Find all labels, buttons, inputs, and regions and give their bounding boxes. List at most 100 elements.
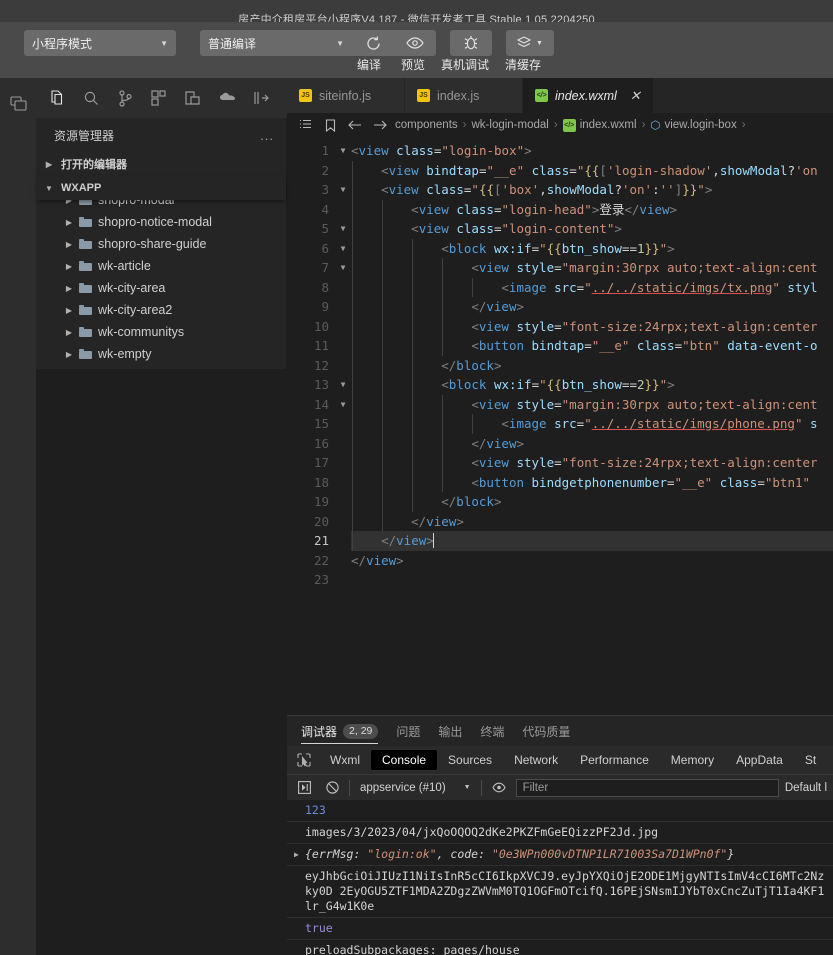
panel-tab[interactable]: 终端	[480, 716, 504, 746]
code-line[interactable]: <block wx:if="{{btn_show==1}}">	[351, 238, 833, 258]
fold-chevron-icon[interactable]: ▼	[335, 375, 351, 395]
panel-tab[interactable]: 问题	[396, 716, 420, 746]
compile-select[interactable]: 普通编译 ▼	[200, 30, 352, 56]
code-line[interactable]: </block>	[351, 492, 833, 512]
source-control-icon[interactable]	[108, 81, 142, 115]
code-line[interactable]: <view style="margin:30rpx auto;text-alig…	[351, 394, 833, 414]
code-line[interactable]: <button bindtap="__e" class="btn" data-e…	[351, 336, 833, 356]
fold-gutter[interactable]: ▼ ▼ ▼ ▼ ▼ ▼ ▼	[335, 137, 351, 703]
realdevice-debug-button[interactable]	[450, 30, 492, 56]
tree-folder-row[interactable]: ▶ wk-communitys	[36, 321, 286, 343]
clear-cache-button[interactable]: ▼	[506, 30, 554, 56]
tree-folder-row[interactable]: ▶ shopro-share-guide	[36, 233, 286, 255]
back-arrow-icon[interactable]	[345, 119, 365, 131]
code-editor[interactable]: 1 2 3 4 5 6 7 8 9 10 11 12 13 14 15 16 17 18 19 20 21 22 23 ▼ ▼…	[287, 137, 833, 703]
editor-tab[interactable]: </> index.wxml ✕	[523, 78, 654, 113]
cloud-icon[interactable]	[210, 81, 244, 115]
devtools-tabbar[interactable]: Wxml Console Sources Network Performance Memo…	[287, 746, 833, 774]
breadcrumb-item[interactable]: ⬡ view.login-box	[650, 118, 736, 132]
devtools-tab[interactable]: St	[794, 750, 827, 770]
devtools-tab[interactable]: Wxml	[319, 750, 371, 770]
code-line[interactable]: <image src="../../static/imgs/phone.png"…	[351, 414, 833, 434]
code-line[interactable]: <image src="../../static/imgs/tx.png" st…	[351, 277, 833, 297]
tree-folder-row[interactable]: ▶ wk-article	[36, 255, 286, 277]
section-open-editors[interactable]: ▶ 打开的编辑器	[36, 152, 286, 176]
console-row[interactable]: ▶ {errMsg: "login:ok", code: "0e3WPn000vD…	[287, 844, 833, 866]
clear-console-icon[interactable]	[321, 778, 343, 798]
breadcrumb[interactable]: components › wk-login-modal › </> index.wxml ›…	[287, 113, 833, 137]
console-row[interactable]: images/3/2023/04/jxQoOQOQ2dKe2PKZFmGeEQi…	[287, 822, 833, 844]
extensions-icon[interactable]	[142, 81, 176, 115]
editor-tab[interactable]: JS siteinfo.js	[287, 78, 405, 113]
console-levels-select[interactable]: Default l	[785, 782, 827, 794]
devtools-tab-list[interactable]: Wxml Console Sources Network Performance Memo…	[319, 750, 827, 770]
mode-select[interactable]: 小程序模式 ▼	[24, 30, 176, 56]
code-line[interactable]: <view style="font-size:24rpx;text-align:…	[351, 453, 833, 473]
inspect-element-icon[interactable]	[289, 753, 319, 767]
code-line[interactable]: </view>	[351, 531, 833, 551]
explorer-more-icon[interactable]: ...	[260, 128, 274, 143]
tree-folder-row[interactable]: ▶ wk-city-area	[36, 277, 286, 299]
tree-folder-row[interactable]: ▶wk-houses	[36, 365, 286, 369]
forward-arrow-icon[interactable]	[370, 119, 390, 131]
preview-button[interactable]	[394, 30, 436, 56]
console-row[interactable]: true	[287, 918, 833, 940]
section-wxapp[interactable]: ▼ WXAPP	[36, 176, 286, 200]
console-filter-input[interactable]: Filter	[515, 778, 779, 797]
code-line[interactable]: <view style="font-size:24rpx;text-align:…	[351, 316, 833, 336]
tree-folder-row[interactable]: ▶ shopro-modal	[36, 200, 286, 211]
devtools-tab[interactable]: Memory	[660, 750, 725, 770]
panel-tab[interactable]: 代码质量	[522, 716, 570, 746]
console-row[interactable]: preloadSubpackages: pages/house	[287, 940, 833, 955]
console-row[interactable]: eyJhbGciOiJIUzI1NiIsInR5cCI6IkpXVCJ9.eyJ…	[287, 866, 833, 918]
expand-arrow-icon[interactable]: ▶	[294, 847, 299, 862]
panel-tab[interactable]: 输出	[438, 716, 462, 746]
code-line[interactable]	[351, 570, 833, 590]
console-output[interactable]: 123 images/3/2023/04/jxQoOQOQ2dKe2PKZFmGe…	[287, 800, 833, 955]
tree-folder-row[interactable]: ▶ wk-city-area2	[36, 299, 286, 321]
code-line[interactable]: </view>	[351, 297, 833, 317]
code-line[interactable]: </view>	[351, 511, 833, 531]
close-icon[interactable]: ✕	[630, 88, 641, 104]
devtools-tab[interactable]: AppData	[725, 750, 794, 770]
devtools-tab[interactable]: Console	[371, 750, 438, 770]
eye-icon[interactable]	[488, 778, 510, 798]
code-line[interactable]: <view class="login-head">登录</view>	[351, 199, 833, 219]
code-line[interactable]: <button bindgetphonenumber="__e" class="…	[351, 472, 833, 492]
code-lines[interactable]: <view class="login-box"> <view bindtap="_…	[351, 137, 833, 703]
fold-chevron-icon[interactable]: ▼	[335, 141, 351, 161]
code-line[interactable]: <view class="{{['box',showModal?'on':'']…	[351, 180, 833, 200]
panel-tab[interactable]: 调试器 2, 29	[301, 716, 379, 746]
panel-toggle-icon[interactable]	[244, 81, 278, 115]
code-line[interactable]: <block wx:if="{{btn_show==2}}">	[351, 375, 833, 395]
compile-button[interactable]	[352, 30, 394, 56]
execute-icon[interactable]	[293, 778, 315, 798]
fold-chevron-icon[interactable]: ▼	[335, 258, 351, 278]
explorer-icon[interactable]	[40, 81, 74, 115]
bookmark-icon[interactable]	[320, 118, 340, 132]
code-line[interactable]: <view bindtap="__e" class="{{['login-sha…	[351, 160, 833, 180]
fold-chevron-icon[interactable]: ▼	[335, 180, 351, 200]
code-line[interactable]: <view style="margin:30rpx auto;text-alig…	[351, 258, 833, 278]
editor-horizontal-scrollbar[interactable]	[287, 703, 833, 715]
tree-folder-row[interactable]: ▶ wk-empty	[36, 343, 286, 365]
file-tree[interactable]: ▶ shopro-modal ▶ shopro-notice-modal ▶ shopro…	[36, 200, 286, 369]
debug-icon[interactable]	[176, 81, 210, 115]
panel-tabbar[interactable]: 调试器 2, 29 问题 输出 终端 代码质量	[287, 716, 833, 746]
fold-chevron-icon[interactable]: ▼	[335, 395, 351, 415]
devtools-tab[interactable]: Performance	[569, 750, 660, 770]
code-line[interactable]: </view>	[351, 433, 833, 453]
code-line[interactable]: <view class="login-content">	[351, 219, 833, 239]
outline-icon[interactable]	[295, 119, 315, 131]
console-row[interactable]: 123	[287, 800, 833, 822]
devtools-tab[interactable]: Sources	[437, 750, 503, 770]
code-line[interactable]: </block>	[351, 355, 833, 375]
breadcrumb-item[interactable]: </> index.wxml	[562, 118, 637, 132]
devtools-tab[interactable]: Network	[503, 750, 569, 770]
breadcrumb-item[interactable]: wk-login-modal	[472, 119, 549, 131]
fold-chevron-icon[interactable]: ▼	[335, 219, 351, 239]
simulator-icon[interactable]	[0, 86, 36, 120]
tree-folder-row[interactable]: ▶ shopro-notice-modal	[36, 211, 286, 233]
breadcrumb-item[interactable]: components	[395, 119, 458, 131]
console-context-select[interactable]: appservice (#10) ▼	[356, 782, 475, 794]
